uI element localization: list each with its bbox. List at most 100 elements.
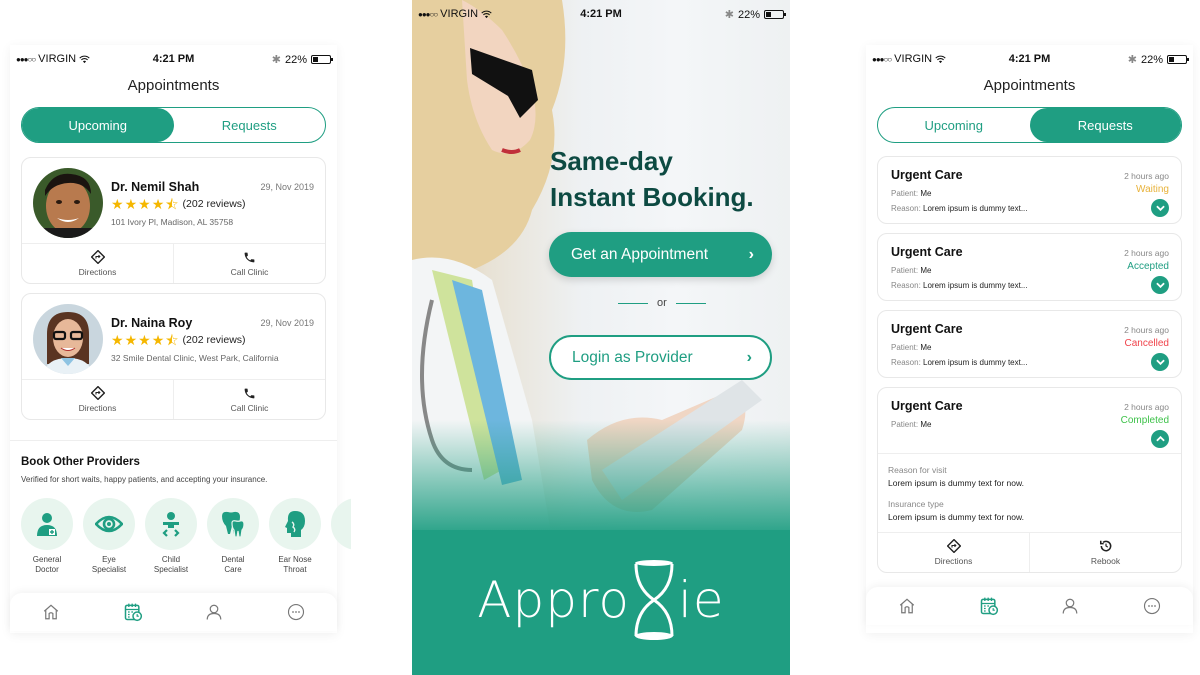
tab-more[interactable] <box>1132 591 1172 621</box>
status-bar: ●●●○○ VIRGIN 4:21 PM ✱ 22% <box>866 45 1193 73</box>
call-clinic-button[interactable]: Call Clinic <box>173 380 325 419</box>
chevron-down-icon <box>1155 282 1165 288</box>
battery-percent: 22% <box>1140 53 1163 66</box>
get-appointment-button[interactable]: Get an Appointment › <box>549 232 772 277</box>
tab-appointments[interactable] <box>113 597 153 627</box>
more-icon <box>1144 597 1161 615</box>
requests-screen: ●●●○○ VIRGIN 4:21 PM ✱ 22% Appointments … <box>866 45 1193 633</box>
directions-button[interactable]: Directions <box>878 533 1029 572</box>
eye-icon <box>95 515 123 533</box>
tab-more[interactable] <box>276 597 316 627</box>
home-icon <box>899 598 915 614</box>
app-logo: Appro ie <box>412 555 790 645</box>
directions-button[interactable]: Directions <box>22 244 173 283</box>
expand-button[interactable] <box>1151 199 1169 217</box>
directions-label: Directions <box>78 267 117 277</box>
tab-appointments[interactable] <box>969 591 1009 621</box>
reason-info: Reason: Lorem ipsum is dummy text... <box>891 281 1028 290</box>
page-title: Appointments <box>983 77 1076 94</box>
tab-profile[interactable] <box>1050 591 1090 621</box>
request-title: Urgent Care <box>891 245 963 259</box>
clinic-address: 32 Smile Dental Clinic, West Park, Calif… <box>111 353 279 363</box>
tab-requests[interactable]: Requests <box>174 108 326 142</box>
battery-icon <box>764 10 786 19</box>
provider-label: Child <box>161 555 181 564</box>
request-card[interactable]: Urgent Care Patient: Me Reason: Lorem ip… <box>877 233 1182 301</box>
phone-icon <box>244 388 255 398</box>
headline: Same-day Instant Booking. <box>550 143 754 215</box>
appointment-tabs: Upcoming Requests <box>877 107 1182 143</box>
patient-label: Patient: <box>891 189 919 198</box>
patient-value: Me <box>920 266 932 275</box>
provider-label: Dental <box>221 555 245 564</box>
or-separator: or <box>618 297 706 309</box>
status-badge: Cancelled <box>1124 338 1169 349</box>
or-text: or <box>657 297 667 309</box>
provider-categories: General Doctor Eye Specialist Child Special… <box>21 498 351 575</box>
tooth-icon <box>222 511 245 538</box>
book-providers-subtitle: Verified for short waits, happy patients… <box>21 475 268 484</box>
rating: ★ ★ ★ ★ ⯪ (202 reviews) <box>111 197 246 211</box>
rebook-label: Rebook <box>1090 556 1121 566</box>
request-time: 2 hours ago <box>1124 248 1169 258</box>
patient-label: Patient: <box>891 343 919 352</box>
collapse-button[interactable] <box>1151 430 1169 448</box>
provider-child-specialist[interactable]: Child Specialist <box>145 498 197 575</box>
appointment-card[interactable]: Dr. Nemil Shah 29, Nov 2019 ★ ★ ★ ★ ⯪ (202 r… <box>21 157 326 284</box>
chevron-right-icon: › <box>746 348 752 366</box>
provider-label: Eye <box>102 555 116 564</box>
review-count: (202 reviews) <box>182 198 246 210</box>
hourglass-icon <box>634 560 674 640</box>
tab-profile[interactable] <box>194 597 234 627</box>
provider-dental-care[interactable]: Dental Care <box>207 498 259 575</box>
tab-home[interactable] <box>31 597 71 627</box>
request-card-expanded[interactable]: Urgent Care Patient: Me 2 hours ago Comp… <box>877 387 1182 573</box>
calendar-icon <box>124 603 142 622</box>
reason-label: Reason: <box>891 358 921 367</box>
request-card[interactable]: Urgent Care Patient: Me Reason: Lorem ip… <box>877 310 1182 378</box>
headline-line: Instant Booking. <box>550 182 754 212</box>
provider-ear-nose-throat[interactable]: Ear Nose Throat <box>269 498 321 575</box>
tab-upcoming[interactable]: Upcoming <box>22 108 174 142</box>
expand-button[interactable] <box>1151 353 1169 371</box>
request-time: 2 hours ago <box>1124 325 1169 335</box>
request-time: 2 hours ago <box>1124 171 1169 181</box>
reason-label: Reason: <box>891 204 921 213</box>
doctor-avatar <box>33 304 103 374</box>
expand-button[interactable] <box>1151 276 1169 294</box>
provider-label: Care <box>224 565 242 574</box>
call-clinic-button[interactable]: Call Clinic <box>173 244 325 283</box>
request-time: 2 hours ago <box>1124 402 1169 412</box>
tab-upcoming[interactable]: Upcoming <box>878 108 1030 142</box>
patient-label: Patient: <box>891 420 919 429</box>
provider-label: Throat <box>283 565 307 574</box>
status-badge: Accepted <box>1127 261 1169 272</box>
ent-icon <box>285 511 305 537</box>
request-card[interactable]: Urgent Care Patient: Me Reason: Lorem ip… <box>877 156 1182 224</box>
chevron-down-icon <box>1155 359 1165 365</box>
star-icon: ★ <box>111 196 124 212</box>
appointment-tabs: Upcoming Requests <box>21 107 326 143</box>
reason-value: Lorem ipsum is dummy text... <box>923 204 1028 213</box>
bottom-tab-bar <box>10 593 337 631</box>
battery-percent: 22% <box>284 53 307 66</box>
rebook-icon <box>1099 540 1111 552</box>
provider-eye-specialist[interactable]: Eye Specialist <box>83 498 135 575</box>
user-icon <box>1063 598 1078 614</box>
tab-requests[interactable]: Requests <box>1029 108 1181 142</box>
provider-general-doctor[interactable]: General Doctor <box>21 498 73 575</box>
doctor-name: Dr. Nemil Shah <box>111 180 200 194</box>
tab-home[interactable] <box>887 591 927 621</box>
star-icon: ★ <box>151 332 165 348</box>
reason-label: Reason: <box>891 281 921 290</box>
directions-button[interactable]: Directions <box>22 380 173 419</box>
appointment-card[interactable]: Dr. Naina Roy 29, Nov 2019 ★ ★ ★ ★ ⯪ (202 re… <box>21 293 326 420</box>
rebook-button[interactable]: Rebook <box>1029 533 1181 572</box>
appointment-date: 29, Nov 2019 <box>260 182 314 192</box>
patient-info: Patient: Me <box>891 266 932 275</box>
login-provider-button[interactable]: Login as Provider › <box>549 335 772 380</box>
provider-more[interactable] <box>331 498 351 575</box>
chevron-up-icon <box>1155 436 1165 442</box>
status-bar: ●●●○○ VIRGIN 4:21 PM ✱ 22% <box>10 45 337 73</box>
request-title: Urgent Care <box>891 322 963 336</box>
